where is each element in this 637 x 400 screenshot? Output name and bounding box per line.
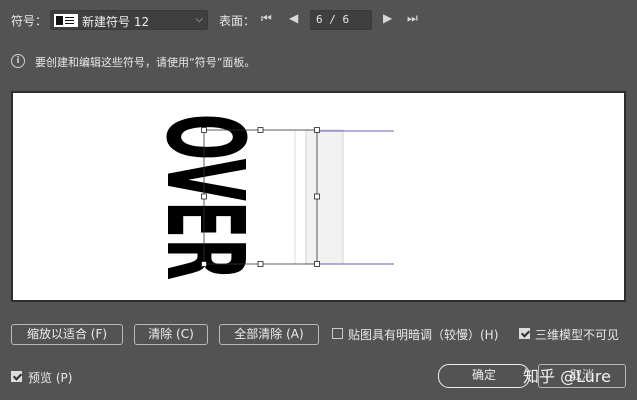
info-icon: i xyxy=(11,54,25,68)
symbol-label: 符号： xyxy=(11,14,48,28)
next-surface-icon[interactable]: ▶ xyxy=(383,11,392,25)
surface-label: 表面： xyxy=(219,14,256,28)
symbol-dropdown[interactable]: 新建符号 12 ⌵ xyxy=(50,10,208,30)
ok-button[interactable]: 确定 xyxy=(438,364,530,388)
watermark: 知乎 @Lure xyxy=(523,367,611,386)
surface-panel xyxy=(305,129,344,265)
last-surface-icon[interactable]: ⏭ xyxy=(407,11,418,26)
symbol-thumbnail xyxy=(54,14,78,27)
clear-button[interactable]: 清除 (C) xyxy=(134,324,208,345)
shade-artwork-checkbox[interactable] xyxy=(332,328,343,339)
symbol-dropdown-value: 新建符号 12 xyxy=(82,15,150,29)
preview-artwork: OVER xyxy=(143,114,394,280)
info-message: 要创建和编辑这些符号，请使用“符号”面板。 xyxy=(35,56,256,69)
preview-label: 预览 (P) xyxy=(28,371,73,385)
clear-all-button[interactable]: 全部清除 (A) xyxy=(219,324,319,345)
fit-button[interactable]: 缩放以适合 (F) xyxy=(11,324,123,345)
preview-canvas[interactable]: OVER xyxy=(11,91,626,302)
preview-checkbox[interactable] xyxy=(11,371,22,382)
invisible-geometry-checkbox[interactable] xyxy=(519,328,530,339)
shade-artwork-label: 贴图具有明暗调（较慢）(H) xyxy=(348,328,499,342)
surface-page-field[interactable]: 6 / 6 xyxy=(310,10,372,30)
first-surface-icon[interactable]: ⏮ xyxy=(261,11,272,26)
invisible-geometry-label: 三维模型不可见 xyxy=(535,328,620,342)
previous-surface-icon[interactable]: ◀ xyxy=(289,11,298,25)
chevron-down-icon: ⌵ xyxy=(195,14,203,25)
